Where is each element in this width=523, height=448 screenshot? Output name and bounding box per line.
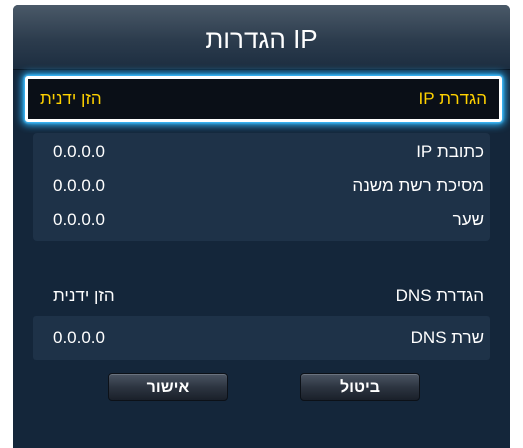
ip-setting-row[interactable]: הגדרת IP הזן ידנית: [25, 76, 502, 122]
ok-button[interactable]: אישור: [108, 373, 228, 401]
gateway-row[interactable]: שער 0.0.0.0: [33, 206, 490, 234]
cancel-button[interactable]: ביטול: [300, 373, 420, 401]
dns-setting-value: הזן ידנית: [53, 286, 115, 305]
dialog-title: הגדרות IP: [205, 24, 318, 54]
subnet-mask-value: 0.0.0.0: [53, 176, 105, 195]
dns-setting-label: הגדרת DNS: [395, 286, 484, 305]
dns-server-value: 0.0.0.0: [53, 328, 105, 347]
subnet-mask-row[interactable]: מסיכת רשת משנה 0.0.0.0: [33, 172, 490, 200]
dns-server-label: שרת DNS: [410, 328, 484, 347]
dns-server-row[interactable]: שרת DNS 0.0.0.0: [33, 324, 490, 352]
ip-address-row[interactable]: כתובת IP 0.0.0.0: [33, 138, 490, 166]
ip-setting-label: הגדרת IP: [418, 89, 488, 108]
ip-setting-value: הזן ידנית: [40, 89, 102, 108]
ip-settings-dialog: הגדרות IP הגדרת IP הזן ידנית כתובת IP 0.…: [13, 5, 510, 448]
gateway-value: 0.0.0.0: [53, 210, 105, 229]
subnet-mask-label: מסיכת רשת משנה: [352, 176, 484, 195]
dns-setting-row[interactable]: הגדרת DNS הזן ידנית: [33, 282, 490, 310]
ip-address-label: כתובת IP: [416, 142, 484, 161]
title-bar: הגדרות IP: [13, 5, 510, 70]
ip-address-value: 0.0.0.0: [53, 142, 105, 161]
gateway-label: שער: [452, 210, 484, 229]
